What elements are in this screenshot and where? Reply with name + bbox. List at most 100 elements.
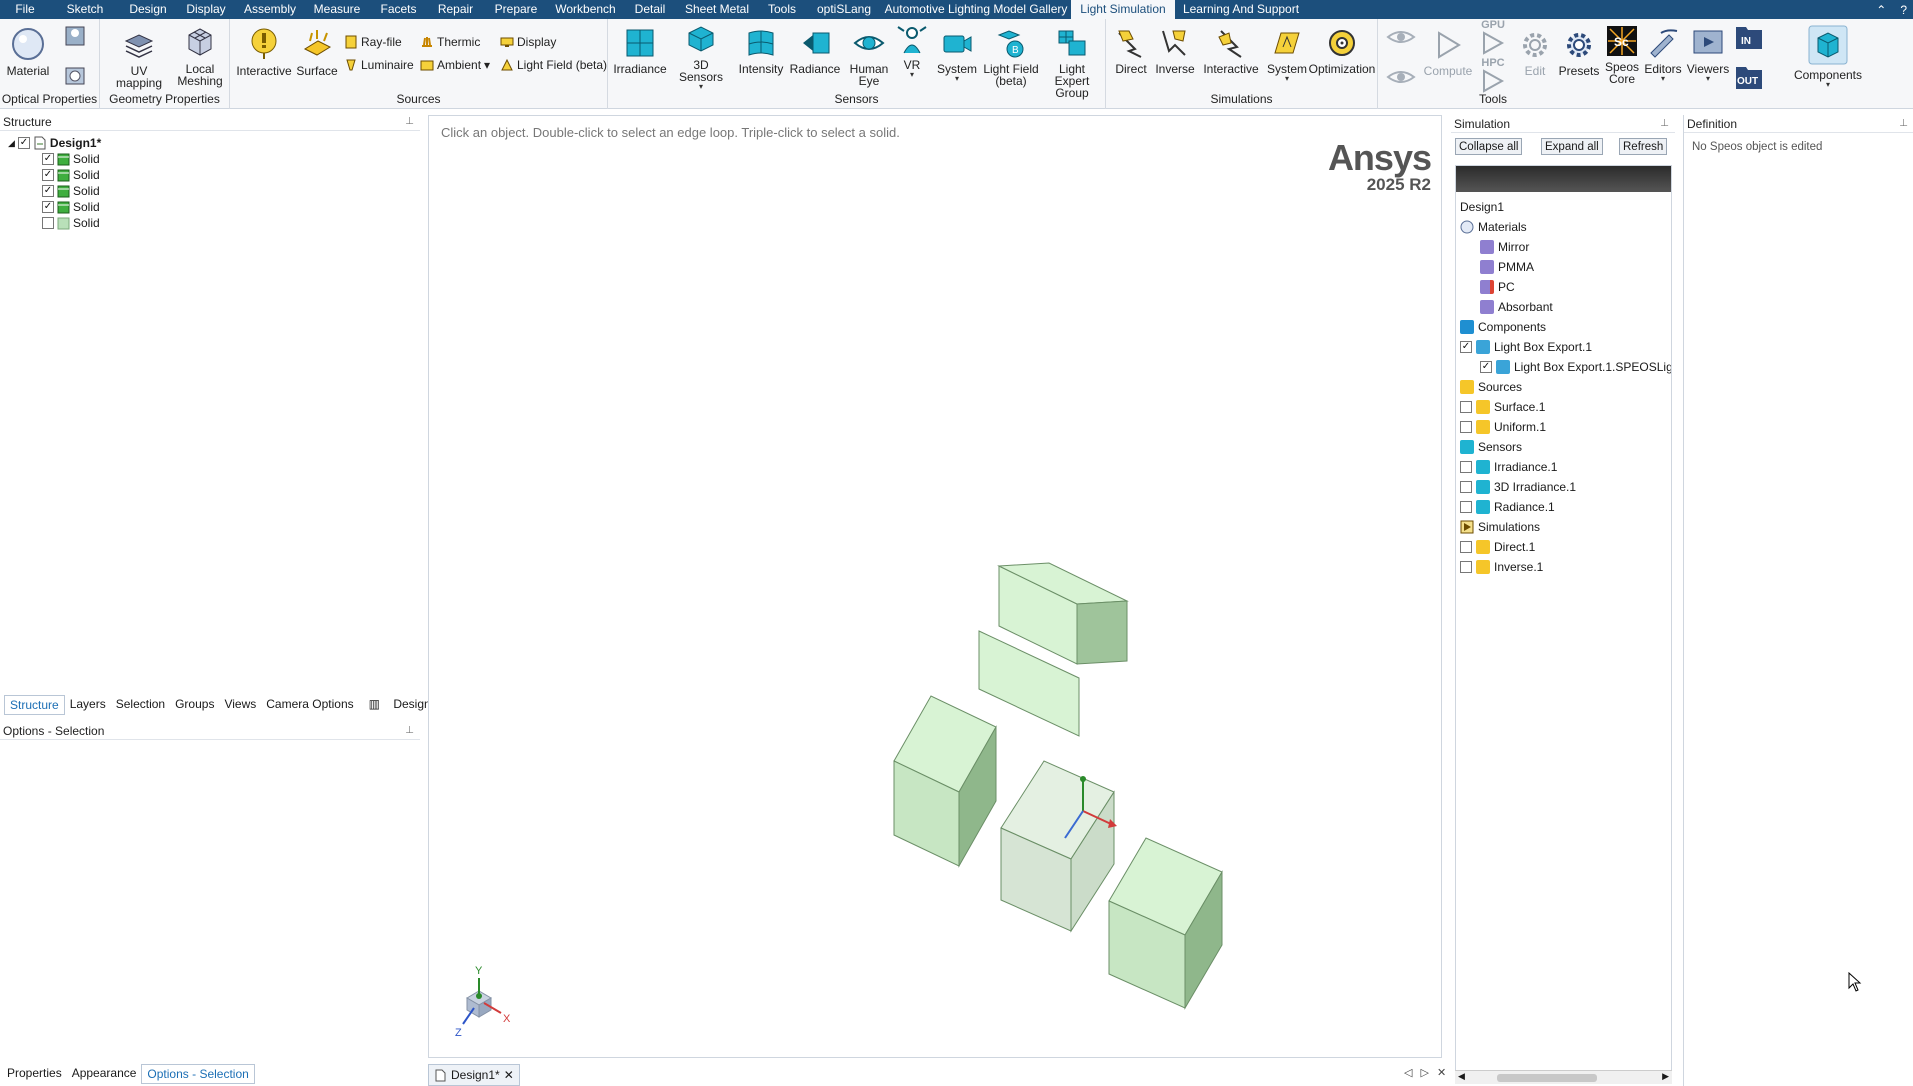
sources-node[interactable]: Sources	[1460, 378, 1522, 396]
checkbox[interactable]	[1460, 561, 1472, 573]
material-button[interactable]: Material	[6, 27, 50, 77]
viewers-button[interactable]: Viewers ▾	[1686, 27, 1730, 83]
light-field-source-button[interactable]: Light Field (beta)	[500, 58, 607, 72]
vr-dropdown-icon[interactable]: ▾	[910, 71, 914, 79]
menu-repair[interactable]: Repair	[427, 0, 484, 19]
tree-item-solid-5[interactable]: Solid	[42, 215, 100, 231]
checkbox[interactable]: ✓	[1480, 361, 1492, 373]
system-sensor-button[interactable]: System ▾	[934, 27, 980, 83]
luminaire-button[interactable]: Luminaire	[344, 58, 414, 72]
menu-display[interactable]: Display	[176, 0, 236, 19]
edit-button[interactable]: Edit	[1518, 29, 1552, 77]
sensor-3d-irradiance[interactable]: 3D Irradiance.1	[1460, 478, 1576, 496]
irradiance-sensor-button[interactable]: Irradiance	[613, 27, 667, 75]
optical-prop-button-2[interactable]	[62, 63, 88, 93]
hpc-compute-button[interactable]: HPC	[1480, 57, 1506, 97]
pin-icon[interactable]: ⊥	[1899, 118, 1908, 129]
source-uniform[interactable]: Uniform.1	[1460, 418, 1546, 436]
tab-options-selection[interactable]: Options - Selection	[141, 1064, 255, 1084]
system-simulation-button[interactable]: System ▾	[1264, 27, 1310, 83]
simulations-node[interactable]: Simulations	[1460, 518, 1540, 536]
menu-learning-support[interactable]: Learning And Support	[1175, 0, 1307, 19]
scroll-left-icon[interactable]: ◀	[1458, 1071, 1465, 1082]
material-item-mirror[interactable]: Mirror	[1480, 238, 1529, 256]
tab-selection[interactable]: Selection	[111, 695, 170, 715]
refresh-button[interactable]: Refresh	[1619, 138, 1668, 155]
checkbox[interactable]	[1460, 481, 1472, 493]
component-speos-light[interactable]: ✓ Light Box Export.1.SPEOSLight	[1480, 358, 1671, 376]
viewers-dropdown-icon[interactable]: ▾	[1706, 75, 1710, 83]
3d-sensors-dropdown-icon[interactable]: ▾	[699, 83, 703, 91]
system-sensor-dropdown-icon[interactable]: ▾	[955, 75, 959, 83]
components-button[interactable]: Components ▾	[1790, 25, 1866, 89]
sensor-radiance[interactable]: Radiance.1	[1460, 498, 1555, 516]
minimize-ribbon-icon[interactable]: ⌃	[1876, 3, 1886, 17]
close-tab-icon[interactable]: ✕	[504, 1068, 514, 1082]
scroll-right-icon[interactable]: ▶	[1662, 1071, 1669, 1082]
menu-design[interactable]: Design	[120, 0, 176, 19]
import-in-button[interactable]: IN	[1734, 23, 1764, 55]
checkbox[interactable]: ✓	[42, 153, 54, 165]
menu-detail[interactable]: Detail	[623, 0, 677, 19]
tab-properties[interactable]: Properties	[2, 1064, 67, 1084]
menu-sketch[interactable]: Sketch	[50, 0, 120, 19]
checkbox[interactable]	[42, 217, 54, 229]
help-icon[interactable]: ?	[1900, 3, 1907, 17]
display-source-button[interactable]: Display	[500, 35, 556, 49]
intensity-sensor-button[interactable]: Intensity	[736, 27, 786, 75]
preview-stop-button[interactable]	[1386, 65, 1416, 93]
menu-tools[interactable]: Tools	[757, 0, 807, 19]
tab-camera-options[interactable]: Camera Options	[261, 695, 358, 715]
menu-light-simulation[interactable]: Light Simulation	[1071, 0, 1175, 19]
checkbox[interactable]: ✓	[42, 169, 54, 181]
expand-all-button[interactable]: Expand all	[1541, 138, 1603, 155]
uv-mapping-button[interactable]: UV mapping	[108, 27, 170, 89]
menu-facets[interactable]: Facets	[370, 0, 427, 19]
interactive-source-button[interactable]: Interactive	[236, 27, 292, 77]
materials-node[interactable]: Materials	[1460, 218, 1527, 236]
light-expert-group-button[interactable]: Light Expert Group	[1040, 27, 1104, 99]
horizontal-scrollbar[interactable]: ◀ ▶	[1455, 1070, 1672, 1084]
menu-automotive-lighting[interactable]: Automotive Lighting Model Gallery	[881, 0, 1071, 19]
tree-item-solid-1[interactable]: ✓ Solid	[42, 151, 100, 167]
direct-simulation-button[interactable]: Direct	[1110, 27, 1152, 75]
solid-cube-selected[interactable]	[1000, 116, 1117, 933]
editors-dropdown-icon[interactable]: ▾	[1661, 75, 1665, 83]
tree-root[interactable]: ◢ ✓ Design1*	[8, 135, 101, 151]
tab-layers[interactable]: Layers	[65, 695, 111, 715]
local-meshing-button[interactable]: Local Meshing	[176, 25, 224, 87]
gpu-compute-button[interactable]: GPU	[1480, 19, 1506, 59]
material-item-pmma[interactable]: PMMA	[1480, 258, 1534, 276]
menu-assembly[interactable]: Assembly	[236, 0, 304, 19]
tab-structure[interactable]: Structure	[4, 695, 65, 715]
tree-item-solid-3[interactable]: ✓ Solid	[42, 183, 100, 199]
tree-item-solid-2[interactable]: ✓ Solid	[42, 167, 100, 183]
pin-icon[interactable]: ⊥	[405, 116, 414, 127]
menu-workbench[interactable]: Workbench	[548, 0, 623, 19]
checkbox[interactable]: ✓	[1460, 341, 1472, 353]
pin-icon[interactable]: ⊥	[405, 725, 414, 736]
sim-root[interactable]: Design1	[1460, 198, 1504, 216]
menu-measure[interactable]: Measure	[304, 0, 370, 19]
collapse-arrow-icon[interactable]: ◢	[8, 138, 15, 149]
checkbox[interactable]	[1460, 501, 1472, 513]
tab-prev-icon[interactable]: ◁	[1404, 1066, 1412, 1079]
human-eye-sensor-button[interactable]: Human Eye	[846, 27, 892, 87]
checkbox[interactable]	[1460, 421, 1472, 433]
solid-cube-2[interactable]	[893, 695, 997, 868]
export-out-button[interactable]: OUT	[1734, 63, 1764, 95]
component-light-box-export[interactable]: ✓ Light Box Export.1	[1460, 338, 1592, 356]
interactive-simulation-button[interactable]: Interactive	[1200, 27, 1262, 75]
material-item-absorbant[interactable]: Absorbant	[1480, 298, 1553, 316]
3d-sensors-button[interactable]: 3D Sensors ▾	[670, 23, 732, 91]
checkbox[interactable]	[1460, 401, 1472, 413]
document-tab[interactable]: Design1* ✕	[428, 1064, 520, 1086]
collapse-all-button[interactable]: Collapse all	[1455, 138, 1523, 155]
simulation-inverse[interactable]: Inverse.1	[1460, 558, 1543, 576]
scroll-thumb[interactable]	[1497, 1074, 1597, 1082]
3d-viewport[interactable]: Click an object. Double-click to select …	[428, 115, 1442, 1058]
sensor-irradiance[interactable]: Irradiance.1	[1460, 458, 1557, 476]
menu-file[interactable]: File	[0, 0, 50, 19]
ambient-button[interactable]: Ambient ▾	[420, 58, 490, 72]
speos-core-button[interactable]: Sc Speos Core	[1602, 25, 1642, 85]
